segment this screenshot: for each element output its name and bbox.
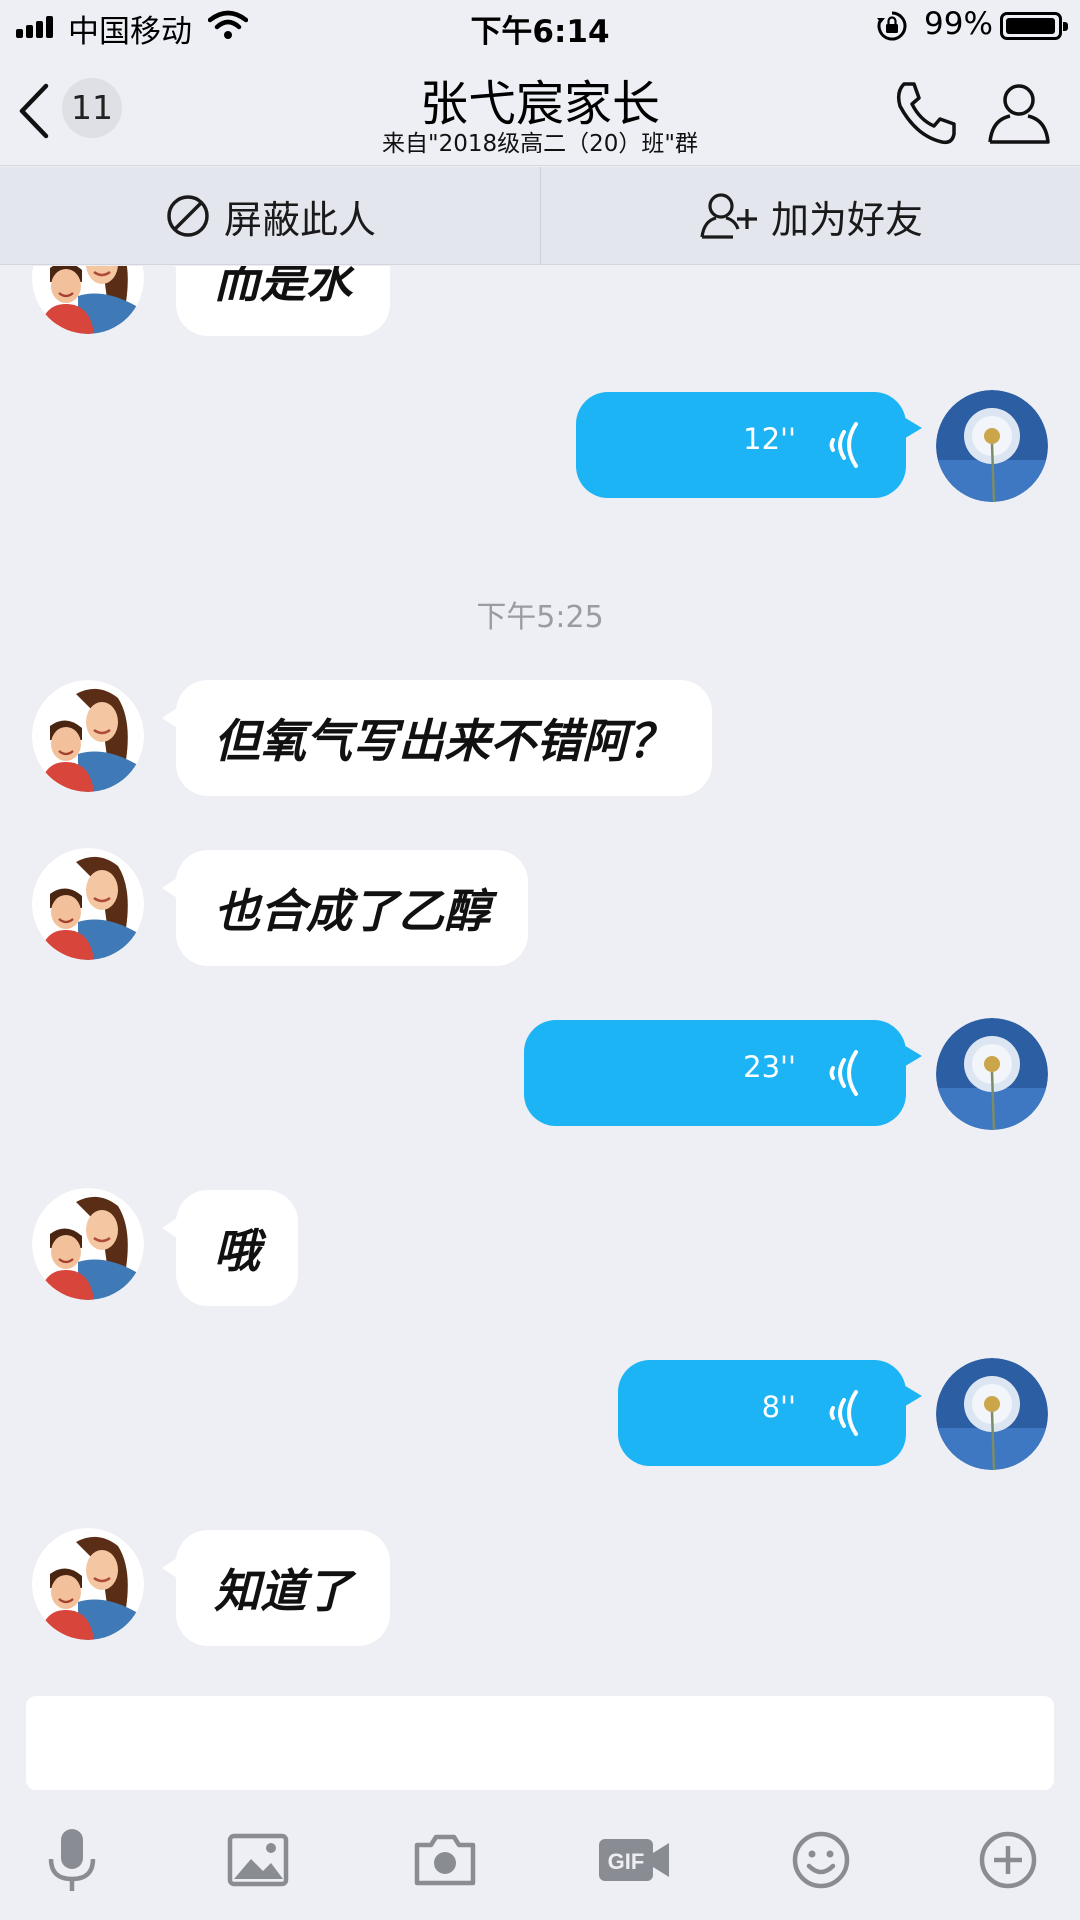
- message-input[interactable]: [26, 1696, 1054, 1790]
- message-text: 也合成了乙醇: [214, 884, 490, 938]
- outgoing-voice-message[interactable]: 8'': [618, 1360, 922, 1466]
- add-friend-icon: [700, 193, 757, 239]
- gif-button[interactable]: GIF: [592, 1820, 676, 1900]
- voice-wave-icon: [829, 1050, 858, 1096]
- my-avatar[interactable]: [936, 1358, 1048, 1470]
- message-list[interactable]: 而是水 12'' 下午5:25 但氧气写出来不错阿？ 也合成了乙醇 23'' 哦…: [0, 266, 1080, 1684]
- incoming-message[interactable]: 知道了: [162, 1530, 390, 1646]
- my-avatar[interactable]: [936, 390, 1048, 502]
- contact-avatar[interactable]: [32, 680, 144, 792]
- chat-header: 11 张弋宸家长 来自"2018级高二（20）班"群: [0, 52, 1080, 166]
- incoming-message[interactable]: 也合成了乙醇: [162, 850, 528, 966]
- more-button[interactable]: [968, 1820, 1048, 1900]
- incoming-message[interactable]: 哦: [162, 1190, 298, 1306]
- outgoing-voice-message[interactable]: 23'': [524, 1020, 922, 1126]
- input-toolbar: GIF: [0, 1820, 1080, 1900]
- emoji-button[interactable]: [781, 1820, 861, 1900]
- block-user-button[interactable]: 屏蔽此人: [0, 167, 540, 265]
- outgoing-voice-message[interactable]: 12'': [576, 392, 922, 498]
- message-text: 而是水: [214, 266, 352, 308]
- contact-avatar[interactable]: [32, 848, 144, 960]
- message-text: 但氧气写出来不错阿？: [214, 714, 674, 768]
- incoming-message[interactable]: 但氧气写出来不错阿？: [162, 680, 712, 796]
- plus-icon: [979, 1831, 1037, 1889]
- message-timestamp: 下午5:25: [476, 600, 604, 635]
- add-friend-button[interactable]: 加为好友: [541, 167, 1080, 265]
- battery-percent: 99%: [924, 6, 993, 42]
- voice-duration: 23'': [743, 1050, 796, 1084]
- message-text: 哦: [214, 1224, 260, 1278]
- block-user-label: 屏蔽此人: [223, 197, 376, 242]
- status-time: 下午6:14: [470, 14, 610, 50]
- voice-input-button[interactable]: [32, 1820, 112, 1900]
- contact-avatar[interactable]: [32, 266, 144, 334]
- block-icon: [167, 195, 209, 237]
- message-text: 知道了: [214, 1564, 352, 1618]
- battery-icon: [1000, 12, 1068, 40]
- microphone-icon: [48, 1829, 96, 1891]
- incoming-message[interactable]: 而是水: [162, 266, 390, 336]
- image-icon: [227, 1833, 289, 1887]
- gif-label: GIF: [608, 1849, 645, 1874]
- status-bar: 中国移动 下午6:14 99%: [0, 0, 1080, 52]
- camera-icon: [414, 1834, 476, 1886]
- stranger-action-bar: 屏蔽此人 加为好友: [0, 167, 1080, 265]
- voice-duration: 8'': [761, 1390, 796, 1424]
- rotation-lock-icon: [877, 11, 907, 41]
- profile-button[interactable]: [984, 78, 1054, 148]
- phone-icon: [896, 82, 956, 145]
- emoji-icon: [792, 1831, 850, 1889]
- my-avatar[interactable]: [936, 1018, 1048, 1130]
- contact-avatar[interactable]: [32, 1528, 144, 1640]
- profile-icon: [988, 84, 1050, 144]
- voice-wave-icon: [829, 1390, 858, 1436]
- contact-avatar[interactable]: [32, 1188, 144, 1300]
- voice-wave-icon: [829, 422, 858, 468]
- add-friend-label: 加为好友: [770, 197, 923, 242]
- image-button[interactable]: [218, 1820, 298, 1900]
- gif-icon: GIF: [599, 1839, 669, 1881]
- voice-duration: 12'': [743, 422, 796, 456]
- camera-button[interactable]: [405, 1820, 485, 1900]
- call-button[interactable]: [890, 78, 960, 148]
